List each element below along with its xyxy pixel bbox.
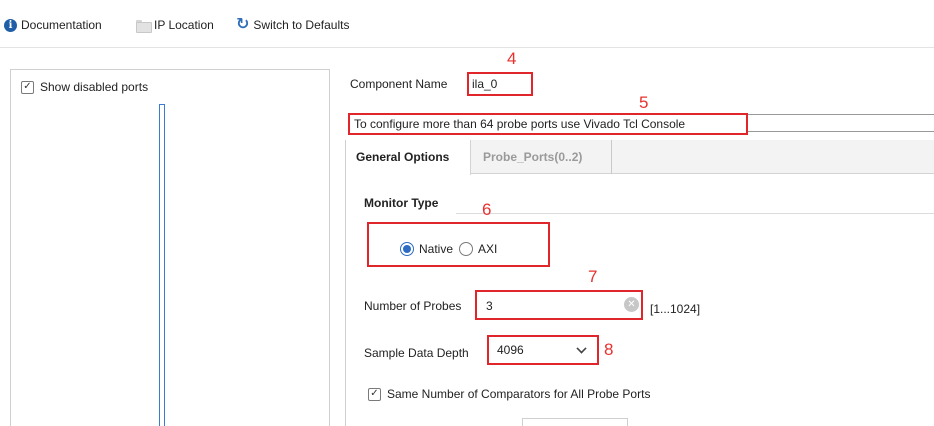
folder-icon (136, 19, 152, 33)
partial-control (522, 418, 628, 426)
annotation-number-8: 8 (604, 340, 614, 359)
tcl-console-info-message: To configure more than 64 probe ports us… (348, 113, 748, 135)
annotation-number-6: 6 (482, 200, 492, 219)
number-of-probes-range: [1...1024] (650, 302, 701, 316)
number-of-probes-label: Number of Probes (364, 299, 462, 313)
tab-probe-ports[interactable]: Probe_Ports(0..2) (472, 140, 612, 174)
switch-to-defaults-label: Switch to Defaults (253, 18, 350, 32)
checkbox-checked-icon[interactable]: ✓ (368, 387, 381, 401)
ip-location-label: IP Location (154, 18, 214, 32)
radio-native-label: Native (419, 242, 454, 256)
monitor-type-radio-group: Native AXI (400, 242, 503, 256)
show-disabled-ports-checkbox[interactable]: ✓ Show disabled ports (21, 80, 148, 94)
options-panel: General Options Probe_Ports(0..2) (345, 140, 934, 426)
annotation-number-7: 7 (588, 267, 598, 286)
radio-native[interactable] (400, 242, 414, 256)
show-disabled-ports-label: Show disabled ports (40, 80, 149, 94)
documentation-button[interactable]: i Documentation (4, 16, 102, 34)
tab-general-options[interactable]: General Options (346, 140, 471, 175)
same-comparators-label: Same Number of Comparators for All Probe… (387, 387, 651, 401)
sample-data-depth-value: 4096 (497, 343, 524, 357)
section-divider (456, 213, 934, 214)
switch-to-defaults-button[interactable]: ↻ Switch to Defaults (236, 16, 349, 34)
number-of-probes-input[interactable]: 3 (486, 296, 640, 316)
same-comparators-checkbox[interactable]: ✓ Same Number of Comparators for All Pro… (368, 387, 650, 401)
info-icon: i (4, 18, 17, 32)
symbol-panel: ✓ Show disabled ports (10, 69, 330, 426)
documentation-label: Documentation (21, 18, 102, 32)
component-name-input[interactable]: ila_0 (467, 72, 533, 96)
info-message-bar (748, 114, 934, 132)
radio-axi[interactable] (459, 242, 474, 256)
annotation-number-5: 5 (639, 93, 649, 112)
ip-symbol-block (159, 104, 165, 426)
checkbox-checked-icon[interactable]: ✓ (21, 80, 34, 94)
tab-strip: General Options Probe_Ports(0..2) (346, 140, 934, 175)
clear-icon[interactable]: ✕ (624, 297, 639, 312)
toolbar: i Documentation IP Location ↻ Switch to … (0, 0, 934, 48)
monitor-type-title: Monitor Type (364, 196, 439, 210)
annotation-number-4: 4 (507, 49, 517, 68)
refresh-icon: ↻ (236, 14, 250, 33)
radio-axi-label: AXI (478, 242, 498, 256)
ip-location-button[interactable]: IP Location (136, 16, 214, 34)
sample-data-depth-label: Sample Data Depth (364, 346, 469, 360)
component-name-label: Component Name (350, 77, 448, 91)
